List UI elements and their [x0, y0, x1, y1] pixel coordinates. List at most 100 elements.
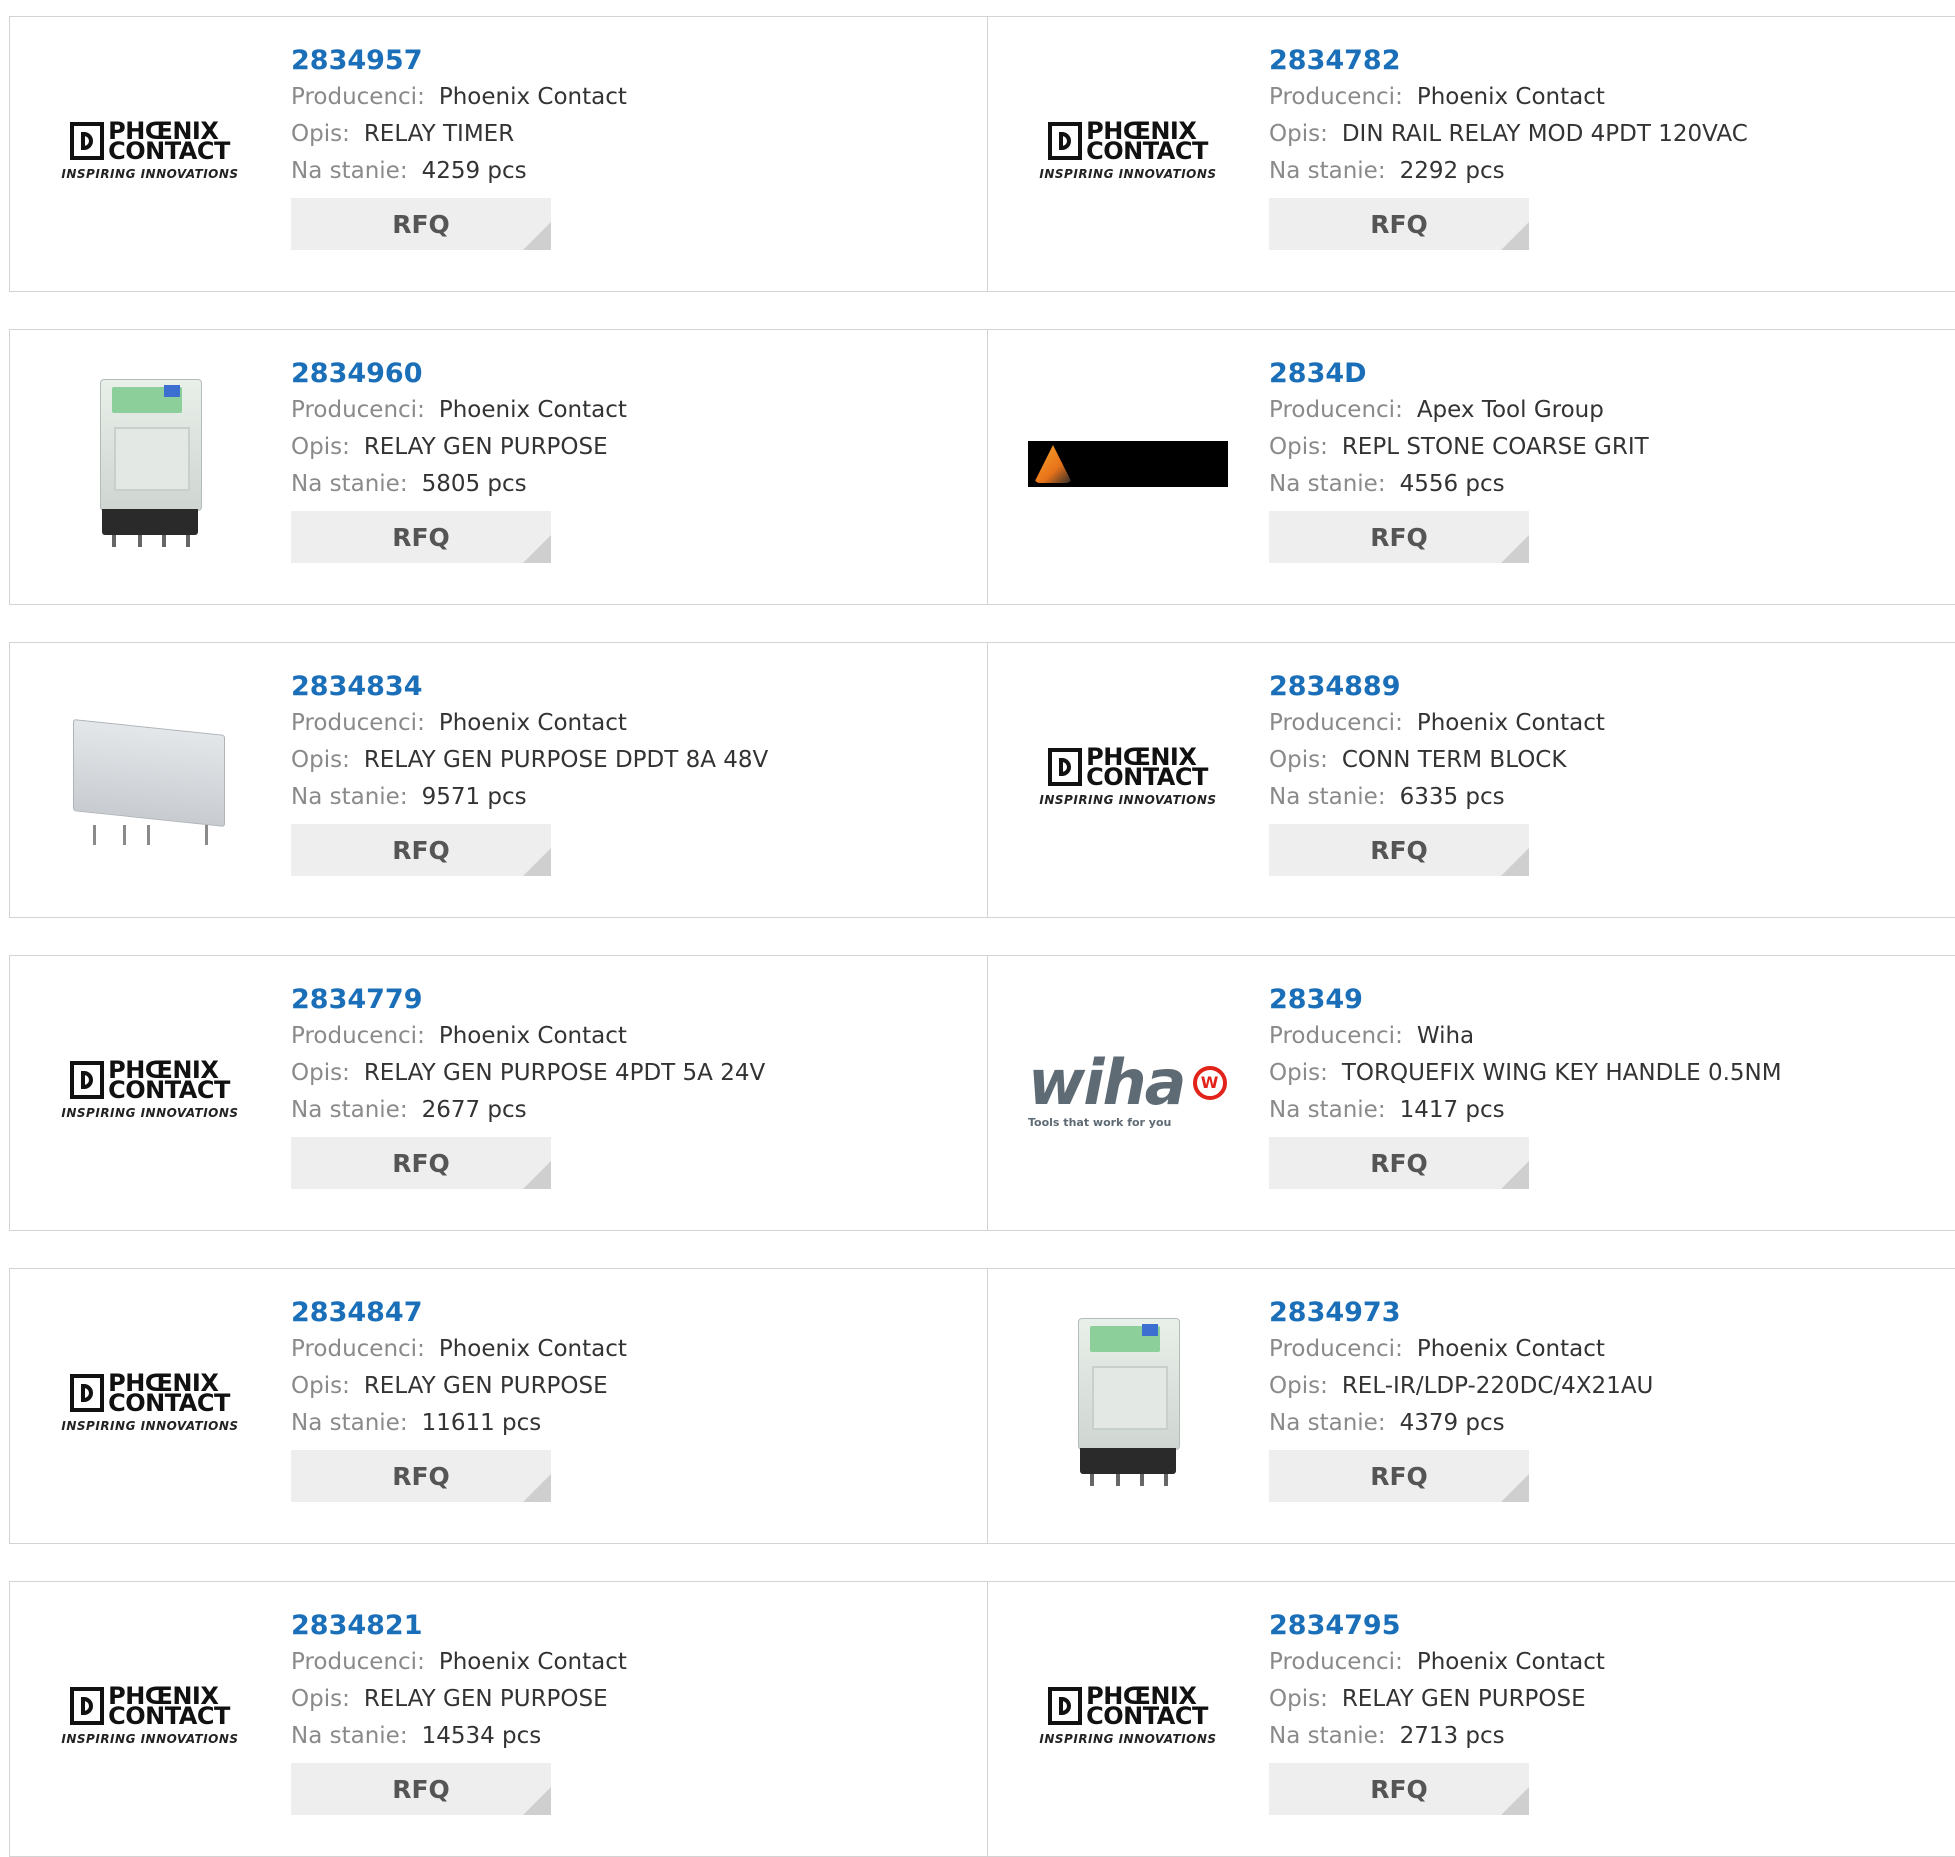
relay-pin [186, 535, 190, 547]
logo-mark-row: PHŒNIX CONTACT [1028, 1684, 1228, 1728]
product-image[interactable]: PHŒNIX CONTACT INSPIRING INNOVATIONS [1028, 1616, 1228, 1816]
rfq-button[interactable]: RFQ [291, 1763, 551, 1815]
phoenix-mark-inner [81, 132, 94, 150]
manufacturer-row: Producenci: Phoenix Contact [1269, 1644, 1955, 1681]
manufacturer-value: Apex Tool Group [1416, 397, 1604, 423]
product-card: wiha W Tools that work for you 28349 Produce… [987, 955, 1955, 1231]
description-row: Opis: RELAY GEN PURPOSE [291, 429, 978, 466]
product-image[interactable]: PHŒNIX CONTACT INSPIRING INNOVATIONS [50, 990, 250, 1190]
manufacturer-value: Phoenix Contact [1416, 1649, 1605, 1675]
stock-row: Na stanie: 14534 pcs [291, 1718, 978, 1755]
rfq-button[interactable]: RFQ [291, 1137, 551, 1189]
phoenix-contact-logo: PHŒNIX CONTACT INSPIRING INNOVATIONS [50, 1371, 250, 1433]
product-image[interactable]: PHŒNIX CONTACT INSPIRING INNOVATIONS [50, 51, 250, 251]
product-image[interactable]: wiha W Tools that work for you [1028, 990, 1228, 1190]
part-number-link[interactable]: 2834782 [1269, 43, 1955, 79]
rfq-button[interactable]: RFQ [1269, 1137, 1529, 1189]
stock-label: Na stanie: [1269, 784, 1386, 810]
stock-label: Na stanie: [1269, 1097, 1386, 1123]
part-number-link[interactable]: 2834889 [1269, 669, 1955, 705]
rfq-button[interactable]: RFQ [1269, 824, 1529, 876]
logo-tagline: INSPIRING INNOVATIONS [61, 1419, 239, 1433]
manufacturer-value: Phoenix Contact [1416, 84, 1605, 110]
stock-row: Na stanie: 4379 pcs [1269, 1405, 1955, 1442]
part-number-link[interactable]: 2834834 [291, 669, 978, 705]
part-number-link[interactable]: 2834821 [291, 1608, 978, 1644]
part-number-link[interactable]: 2834795 [1269, 1608, 1955, 1644]
product-image[interactable]: PHŒNIX CONTACT INSPIRING INNOVATIONS [50, 1616, 250, 1816]
description-label: Opis: [291, 1060, 350, 1086]
stock-value: 4556 pcs [1399, 471, 1505, 497]
part-number-link[interactable]: 2834847 [291, 1295, 978, 1331]
description-value: CONN TERM BLOCK [1341, 747, 1567, 773]
manufacturer-row: Producenci: Phoenix Contact [1269, 1331, 1955, 1368]
relay-photo [65, 707, 235, 847]
logo-words: PHŒNIX CONTACT [108, 1371, 230, 1415]
product-card: 2834D Producenci: Apex Tool Group Opis: REPL… [987, 329, 1955, 605]
rfq-button[interactable]: RFQ [291, 824, 551, 876]
manufacturer-row: Producenci: Phoenix Contact [291, 79, 978, 116]
stock-row: Na stanie: 4259 pcs [291, 153, 978, 190]
manufacturer-row: Producenci: Apex Tool Group [1269, 392, 1955, 429]
logo-mark-row: PHŒNIX CONTACT [50, 1684, 250, 1728]
relay-pin [112, 535, 116, 547]
stock-row: Na stanie: 6335 pcs [1269, 779, 1955, 816]
product-image[interactable] [50, 677, 250, 877]
product-image[interactable]: PHŒNIX CONTACT INSPIRING INNOVATIONS [50, 1303, 250, 1503]
product-image[interactable] [1028, 1303, 1228, 1503]
product-card: 2834834 Producenci: Phoenix Contact Opis: RE… [9, 642, 988, 918]
manufacturer-value: Phoenix Contact [438, 1023, 627, 1049]
rfq-button[interactable]: RFQ [1269, 1763, 1529, 1815]
phoenix-mark-inner [81, 1071, 94, 1089]
logo-words: PHŒNIX CONTACT [1086, 745, 1208, 791]
description-label: Opis: [291, 1686, 350, 1712]
stock-label: Na stanie: [291, 158, 408, 184]
rfq-button[interactable]: RFQ [1269, 198, 1529, 250]
logo-line2: CONTACT [1086, 763, 1208, 791]
manufacturer-label: Producenci: [291, 1649, 425, 1675]
phoenix-mark-icon [1048, 1687, 1083, 1725]
product-image[interactable]: PHŒNIX CONTACT INSPIRING INNOVATIONS [1028, 677, 1228, 877]
stock-label: Na stanie: [291, 1410, 408, 1436]
description-value: RELAY GEN PURPOSE [363, 434, 608, 460]
product-info: 2834834 Producenci: Phoenix Contact Opis: RE… [291, 669, 978, 876]
description-value: RELAY GEN PURPOSE [1341, 1686, 1586, 1712]
phoenix-mark-inner [81, 1384, 94, 1402]
manufacturer-row: Producenci: Phoenix Contact [1269, 79, 1955, 116]
part-number-link[interactable]: 2834D [1269, 356, 1955, 392]
rfq-button[interactable]: RFQ [291, 198, 551, 250]
manufacturer-row: Producenci: Wiha [1269, 1018, 1955, 1055]
rfq-button[interactable]: RFQ [291, 511, 551, 563]
manufacturer-value: Phoenix Contact [1416, 710, 1605, 736]
manufacturer-label: Producenci: [1269, 84, 1403, 110]
logo-tagline: INSPIRING INNOVATIONS [1039, 167, 1217, 181]
manufacturer-row: Producenci: Phoenix Contact [291, 392, 978, 429]
part-number-link[interactable]: 2834779 [291, 982, 978, 1018]
relay-part [114, 427, 190, 491]
relay-photo [1068, 1318, 1188, 1488]
logo-tagline: INSPIRING INNOVATIONS [61, 1106, 239, 1120]
product-info: 2834782 Producenci: Phoenix Contact Opis: DI… [1269, 43, 1955, 250]
rfq-button[interactable]: RFQ [1269, 1450, 1529, 1502]
product-card: PHŒNIX CONTACT INSPIRING INNOVATIONS 283488… [987, 642, 1955, 918]
part-number-link[interactable]: 28349 [1269, 982, 1955, 1018]
part-number-link[interactable]: 2834960 [291, 356, 978, 392]
manufacturer-label: Producenci: [1269, 1336, 1403, 1362]
product-card: 2834973 Producenci: Phoenix Contact Opis: RE… [987, 1268, 1955, 1544]
product-image[interactable]: PHŒNIX CONTACT INSPIRING INNOVATIONS [1028, 51, 1228, 251]
part-number-link[interactable]: 2834957 [291, 43, 978, 79]
part-number-link[interactable]: 2834973 [1269, 1295, 1955, 1331]
product-info: 2834795 Producenci: Phoenix Contact Opis: RE… [1269, 1608, 1955, 1815]
logo-words: PHŒNIX CONTACT [108, 119, 230, 163]
description-row: Opis: DIN RAIL RELAY MOD 4PDT 120VAC [1269, 116, 1955, 153]
manufacturer-label: Producenci: [291, 84, 425, 110]
logo-mark-row: PHŒNIX CONTACT [50, 1058, 250, 1102]
description-row: Opis: TORQUEFIX WING KEY HANDLE 0.5NM [1269, 1055, 1955, 1092]
product-image[interactable] [1028, 364, 1228, 564]
description-value: REPL STONE COARSE GRIT [1341, 434, 1649, 460]
stock-label: Na stanie: [1269, 471, 1386, 497]
rfq-button[interactable]: RFQ [1269, 511, 1529, 563]
product-image[interactable] [50, 364, 250, 564]
rfq-button[interactable]: RFQ [291, 1450, 551, 1502]
manufacturer-label: Producenci: [1269, 710, 1403, 736]
